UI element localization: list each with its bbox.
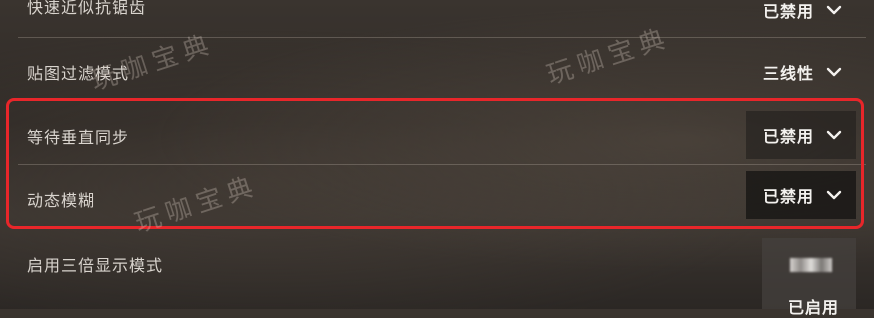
setting-row-fxaa: 快速近似抗锯齿 已禁用 <box>0 0 874 36</box>
triple-display-value: 已启用 <box>788 298 840 317</box>
setting-label-fxaa: 快速近似抗锯齿 <box>27 0 147 17</box>
texture-filter-dropdown[interactable]: 三线性 <box>746 48 856 96</box>
texture-filter-value: 三线性 <box>762 64 814 83</box>
chevron-down-icon <box>826 2 842 18</box>
blurred-toggle-thumb <box>790 258 832 272</box>
setting-row-triple-display: 启用三倍显示模式 <box>0 238 874 309</box>
fxaa-value: 已禁用 <box>762 2 814 21</box>
chevron-down-icon <box>826 64 842 80</box>
setting-label-triple-display: 启用三倍显示模式 <box>27 256 164 275</box>
fxaa-dropdown[interactable]: 已禁用 <box>746 0 856 34</box>
